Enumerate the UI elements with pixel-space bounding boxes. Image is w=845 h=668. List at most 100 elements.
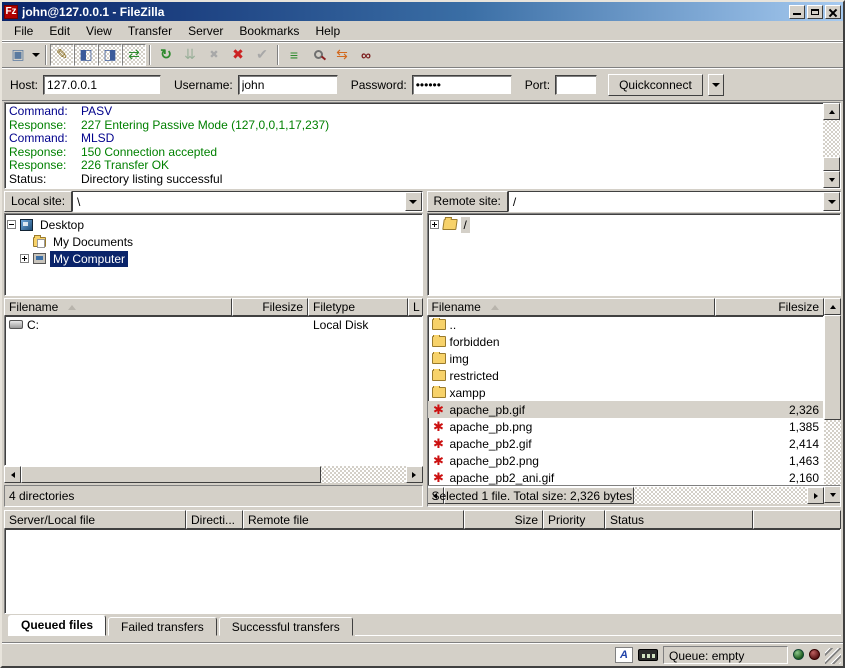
filter-button[interactable]: ≡ — [282, 44, 306, 66]
menu-bookmarks[interactable]: Bookmarks — [231, 22, 307, 40]
username-input[interactable] — [238, 75, 338, 95]
process-queue-button[interactable]: ⇊ — [178, 44, 202, 66]
filezilla-window: Fz john@127.0.0.1 - FileZilla File Edit … — [0, 0, 845, 668]
scroll-up-icon[interactable] — [823, 103, 840, 120]
column-last-modified[interactable]: L — [408, 298, 423, 316]
toggle-message-log-button[interactable]: ✎ — [50, 44, 74, 66]
menu-server[interactable]: Server — [180, 22, 231, 40]
local-site-dropdown[interactable] — [405, 192, 422, 211]
menu-file[interactable]: File — [6, 22, 41, 40]
scroll-up-icon[interactable] — [824, 298, 841, 315]
cancel-icon: ✖ — [209, 48, 218, 61]
remote-file-row[interactable]: img — [428, 350, 824, 367]
column-server-local-file[interactable]: Server/Local file — [4, 510, 186, 529]
remote-site-dropdown[interactable] — [823, 192, 840, 211]
maximize-button[interactable] — [807, 5, 823, 19]
remote-vscrollbar[interactable] — [824, 298, 841, 503]
column-filename[interactable]: Filename — [427, 298, 715, 316]
column-priority[interactable]: Priority — [543, 510, 605, 529]
expand-icon[interactable] — [430, 220, 439, 229]
local-hscrollbar[interactable] — [4, 466, 423, 483]
remote-file-row[interactable]: ✱apache_pb2.png1,463 — [428, 452, 824, 469]
queue-view-icon: ⇄ — [128, 46, 140, 63]
cancel-operation-button[interactable]: ✖ — [202, 44, 226, 66]
tab-successful-transfers[interactable]: Successful transfers — [219, 617, 353, 636]
remote-file-row[interactable]: .. — [428, 316, 824, 333]
sort-ascending-icon — [491, 305, 499, 310]
tree-item-my-documents[interactable]: My Documents — [33, 233, 420, 250]
synchronized-browsing-button[interactable]: ∞ — [354, 44, 378, 66]
tree-item-my-computer[interactable]: My Computer — [20, 250, 420, 267]
column-filetype[interactable]: Filetype — [308, 298, 408, 316]
menu-view[interactable]: View — [78, 22, 120, 40]
tab-failed-transfers[interactable]: Failed transfers — [108, 617, 217, 636]
remote-file-row[interactable]: restricted — [428, 367, 824, 384]
log-line: Response:150 Connection accepted — [9, 146, 819, 160]
local-site-combo[interactable]: \ — [72, 191, 422, 212]
scrollbar-thumb[interactable] — [824, 315, 841, 420]
message-log-icon: ✎ — [56, 46, 68, 63]
log-line: Response:227 Entering Passive Mode (127,… — [9, 119, 819, 133]
remote-file-row[interactable]: xampp — [428, 384, 824, 401]
column-status[interactable]: Status — [605, 510, 753, 529]
scrollbar-thumb[interactable] — [21, 466, 321, 483]
column-size[interactable]: Size — [464, 510, 543, 529]
folder-icon — [432, 353, 446, 364]
remote-file-row[interactable]: forbidden — [428, 333, 824, 350]
menu-help[interactable]: Help — [307, 22, 348, 40]
refresh-button[interactable]: ↻ — [154, 44, 178, 66]
local-pane: Local site: \ Desktop My Documents — [4, 191, 423, 507]
title-bar[interactable]: Fz john@127.0.0.1 - FileZilla — [2, 2, 843, 21]
scrollbar-thumb[interactable] — [823, 157, 840, 171]
port-input[interactable] — [555, 75, 597, 95]
menu-transfer[interactable]: Transfer — [120, 22, 180, 40]
log-line: Command:PASV — [9, 105, 819, 119]
toggle-queue-button[interactable]: ⇄ — [122, 44, 146, 66]
speed-limits-icon[interactable] — [638, 649, 658, 661]
site-manager-button[interactable]: ▣ — [6, 44, 30, 66]
file-search-button[interactable] — [306, 44, 330, 66]
local-site-value[interactable]: \ — [73, 195, 404, 209]
close-button[interactable] — [825, 5, 841, 19]
directory-comparison-button[interactable]: ⇆ — [330, 44, 354, 66]
disconnect-button[interactable]: ✖ — [226, 44, 250, 66]
column-filename[interactable]: Filename — [4, 298, 232, 316]
image-file-icon: ✱ — [432, 437, 446, 450]
username-label: Username: — [174, 78, 233, 92]
column-filesize[interactable]: Filesize — [232, 298, 308, 316]
reconnect-button[interactable]: ✔ — [250, 44, 274, 66]
log-line: Status:Directory listing successful — [9, 173, 819, 187]
local-tree: Desktop My Documents My Computer — [4, 213, 423, 296]
remote-file-row[interactable]: ✱apache_pb.png1,385 — [428, 418, 824, 435]
send-indicator-led — [809, 649, 820, 660]
collapse-icon[interactable] — [7, 220, 16, 229]
quickconnect-button[interactable]: Quickconnect — [608, 74, 703, 96]
minimize-button[interactable] — [789, 5, 805, 19]
remote-file-row-selected[interactable]: ✱apache_pb.gif2,326 — [428, 401, 824, 418]
log-scrollbar[interactable] — [823, 103, 840, 188]
password-input[interactable] — [412, 75, 512, 95]
scroll-left-icon[interactable] — [4, 466, 21, 483]
scroll-right-icon[interactable] — [406, 466, 423, 483]
remote-site-combo[interactable]: / — [508, 191, 841, 212]
host-input[interactable] — [43, 75, 161, 95]
expand-icon[interactable] — [20, 254, 29, 263]
remote-file-row[interactable]: ✱apache_pb2.gif2,414 — [428, 435, 824, 452]
column-remote-file[interactable]: Remote file — [243, 510, 464, 529]
tree-item-desktop[interactable]: Desktop — [7, 216, 420, 233]
remote-site-value[interactable]: / — [509, 195, 823, 209]
quickconnect-dropdown[interactable] — [708, 74, 724, 96]
column-filesize[interactable]: Filesize — [715, 298, 825, 316]
remote-file-row[interactable]: ✱apache_pb2_ani.gif2,160 — [428, 469, 824, 486]
column-direction[interactable]: Directi... — [186, 510, 243, 529]
menu-edit[interactable]: Edit — [41, 22, 78, 40]
tree-item-root[interactable]: / — [430, 216, 839, 233]
scroll-down-icon[interactable] — [823, 171, 840, 188]
resize-grip[interactable] — [825, 648, 841, 664]
tab-queued-files[interactable]: Queued files — [8, 615, 106, 636]
site-manager-dropdown[interactable] — [30, 44, 42, 66]
local-file-row[interactable]: C: Local Disk — [5, 316, 422, 333]
toggle-local-tree-button[interactable]: ◧ — [74, 44, 98, 66]
toggle-remote-tree-button[interactable]: ◨ — [98, 44, 122, 66]
queue-body[interactable] — [4, 529, 841, 614]
